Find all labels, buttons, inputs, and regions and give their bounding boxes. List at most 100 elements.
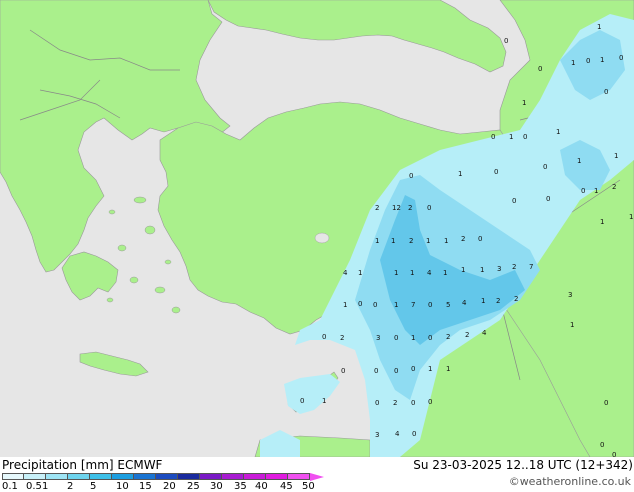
colorbar-tick-label: 15 — [139, 481, 152, 492]
colorbar-tick-label: 50 — [302, 481, 315, 492]
precip-value-label: 1 — [522, 99, 527, 107]
precip-value-label: 1 — [426, 237, 431, 245]
precip-value-label: 0 — [322, 333, 327, 341]
precip-value-label: 4 — [343, 269, 348, 277]
colorbar-swatch — [134, 473, 156, 480]
precip-value-label: 0 — [604, 88, 609, 96]
precip-value-label: 1 — [411, 334, 416, 342]
precip-value-label: 4 — [427, 269, 432, 277]
precip-value-label: 0 — [619, 54, 624, 62]
precip-value-label: 0 — [394, 367, 399, 375]
colorbar-swatch — [266, 473, 288, 480]
precip-value-label: 1 — [394, 301, 399, 309]
colorbar-tick-label: 25 — [187, 481, 200, 492]
precip-value-label: 4 — [395, 430, 400, 438]
precip-value-label: 1 — [600, 56, 605, 64]
precip-value-label: 4 — [482, 329, 487, 337]
precip-value-label: 3 — [375, 431, 380, 439]
colorbar-tick-label: 1 — [42, 481, 49, 492]
lake-tuz — [314, 232, 330, 244]
precip-value-label: 1 — [446, 365, 451, 373]
precip-value-label: 1 — [322, 397, 327, 405]
precip-value-label: 0 — [341, 367, 346, 375]
colorbar-swatch — [178, 473, 200, 480]
colorbar-tick-label: 2 — [67, 481, 74, 492]
precipitation-title: Precipitation [mm] ECMWF — [2, 458, 163, 472]
precip-value-label: 2 — [612, 183, 617, 191]
precip-value-label: 1 — [461, 266, 466, 274]
precip-value-label: 1 — [597, 23, 602, 31]
precip-value-label: 1 — [571, 59, 576, 67]
precip-value-label: 1 — [444, 237, 449, 245]
colorbar-arrow — [310, 472, 324, 481]
precip-value-label: 0 — [374, 367, 379, 375]
precip-value-label: 2 — [393, 399, 398, 407]
colorbar-tick-label: 20 — [163, 481, 176, 492]
precip-value-label: 0 — [411, 399, 416, 407]
precip-value-label: 1 — [391, 237, 396, 245]
precip-value-label: 0 — [491, 133, 496, 141]
precip-value-label: 1 — [358, 269, 363, 277]
precip-value-label: 2 — [408, 204, 413, 212]
precip-value-label: 0 — [600, 441, 605, 449]
precip-value-label: 0 — [394, 334, 399, 342]
precip-value-label: 1 — [375, 237, 380, 245]
precip-value-label: 3 — [376, 334, 381, 342]
precipitation-map: 1 0 1 0 1 0 0 0 1 0 1 0 1 1 1 0 1 0 0 0 1 2 0 0 1 2 12 2 0 1 1 1 2 1 1 2 0 4 1… — [0, 0, 634, 457]
colorbar-tick-label: 35 — [234, 481, 247, 492]
precip-value-label: 0 — [543, 163, 548, 171]
precip-value-label: 3 — [568, 291, 573, 299]
colorbar-swatch — [46, 473, 68, 480]
colorbar-tick-label: 45 — [280, 481, 293, 492]
precip-value-label: 0 — [428, 334, 433, 342]
precip-value-label: 1 — [410, 269, 415, 277]
precip-value-label: 1 — [594, 187, 599, 195]
precip-value-label: 4 — [462, 299, 467, 307]
map-footer: Precipitation [mm] ECMWF Su 23-03-2025 1… — [0, 457, 634, 492]
precip-value-label: 1 — [577, 157, 582, 165]
precip-value-label: 1 — [629, 213, 634, 221]
colorbar-swatch — [200, 473, 222, 480]
precip-value-label: 0 — [478, 235, 483, 243]
precip-value-label: 0 — [428, 398, 433, 406]
colorbar-swatch — [112, 473, 134, 480]
precip-value-label: 0 — [427, 204, 432, 212]
colorbar-tick-label: 5 — [90, 481, 97, 492]
precip-value-label: 0 — [581, 187, 586, 195]
precip-value-label: 5 — [446, 301, 451, 309]
credit-link[interactable]: ©weatheronline.co.uk — [509, 475, 631, 488]
precip-value-label: 2 — [496, 297, 501, 305]
precip-value-label: 12 — [392, 204, 401, 212]
precip-value-label: 1 — [600, 218, 605, 226]
colorbar-tick-label: 0.1 — [2, 481, 18, 492]
precip-value-label: 0 — [523, 133, 528, 141]
colorbar-swatch — [156, 473, 178, 480]
precip-value-label: 2 — [514, 295, 519, 303]
colorbar-swatch — [2, 473, 24, 480]
precip-value-label: 1 — [394, 269, 399, 277]
colorbar-swatch — [288, 473, 310, 480]
precip-value-label: 1 — [480, 266, 485, 274]
precip-value-label: 2 — [375, 204, 380, 212]
precip-value-label: 2 — [340, 334, 345, 342]
precip-value-label: 0 — [428, 301, 433, 309]
precipitation-colorbar — [2, 472, 324, 481]
precip-value-label: 0 — [358, 300, 363, 308]
precip-value-label: 0 — [586, 57, 591, 65]
precip-value-label: 2 — [512, 263, 517, 271]
precip-value-label: 2 — [461, 235, 466, 243]
colorbar-swatch — [244, 473, 266, 480]
colorbar-tick-label: 10 — [116, 481, 129, 492]
precip-value-label: 1 — [458, 170, 463, 178]
precip-value-label: 7 — [411, 301, 416, 309]
precip-value-label: 2 — [465, 331, 470, 339]
precip-value-label: 0 — [300, 397, 305, 405]
precip-value-label: 0 — [538, 65, 543, 73]
colorbar-swatch — [68, 473, 90, 480]
precip-value-label: 7 — [529, 263, 534, 271]
colorbar-tick-label: 40 — [255, 481, 268, 492]
colorbar-tick-label: 30 — [210, 481, 223, 492]
precip-value-label: 0 — [373, 301, 378, 309]
precip-value-label: 1 — [481, 297, 486, 305]
precip-value-label: 1 — [570, 321, 575, 329]
